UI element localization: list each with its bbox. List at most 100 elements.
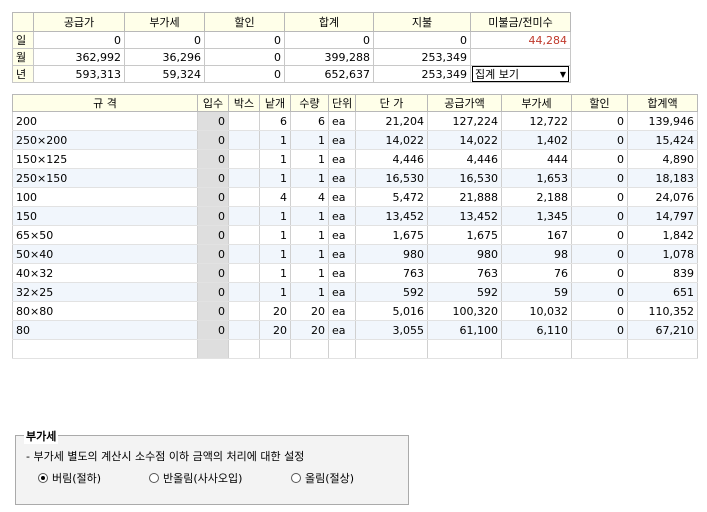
summary-cell	[470, 48, 571, 66]
table-row[interactable]: 65×50 0 1 1 ea 1,675 1,675 167 0 1,842	[12, 225, 698, 245]
summary-header-corner	[12, 12, 34, 32]
detail-header-spec: 규 격	[12, 94, 198, 112]
detail-header-per-box: 입수	[197, 94, 229, 112]
cell-total: 139,946	[627, 111, 698, 131]
view-select[interactable]: 집계 보기 ▼	[472, 66, 569, 82]
cell-supply: 1,675	[427, 225, 502, 245]
cell-price: 3,055	[355, 320, 428, 340]
summary-cell: 0	[204, 65, 285, 83]
summary-cell: 652,637	[284, 65, 374, 83]
cell-total: 1,078	[627, 244, 698, 264]
vat-group-title: 부가세	[24, 428, 59, 444]
cell-per-box: 0	[197, 225, 229, 245]
cell-box	[228, 206, 260, 226]
cell-box	[228, 244, 260, 264]
cell-total: 4,890	[627, 149, 698, 169]
detail-header-unit: 단위	[328, 94, 356, 112]
cell-supply: 980	[427, 244, 502, 264]
cell-discount: 0	[571, 187, 628, 207]
cell-price: 16,530	[355, 168, 428, 188]
table-row[interactable]: 200 0 6 6 ea 21,204 127,224 12,722 0 139,946	[12, 111, 698, 131]
cell-supply: 21,888	[427, 187, 502, 207]
table-row[interactable]: 150×125 0 1 1 ea 4,446 4,446 444 0 4,890	[12, 149, 698, 169]
cell-price: 4,446	[355, 149, 428, 169]
cell-box	[228, 282, 260, 302]
cell-price: 5,472	[355, 187, 428, 207]
summary-row-month: 월 362,992 36,296 0 399,288 253,349	[12, 48, 571, 66]
cell-total: 1,842	[627, 225, 698, 245]
radio-round[interactable]: 반올림(사사오입)	[149, 470, 242, 486]
cell-spec: 100	[12, 187, 198, 207]
radio-label: 버림(절하)	[52, 472, 102, 485]
cell-total: 18,183	[627, 168, 698, 188]
table-row[interactable]: 80 0 20 20 ea 3,055 61,100 6,110 0 67,210	[12, 320, 698, 340]
cell-discount: 0	[571, 225, 628, 245]
cell-discount: 0	[571, 244, 628, 264]
cell-supply: 127,224	[427, 111, 502, 131]
cell-supply: 14,022	[427, 130, 502, 150]
cell-each: 1	[259, 282, 291, 302]
cell-discount	[571, 339, 628, 359]
summary-cell: 253,349	[373, 48, 471, 66]
cell-per-box: 0	[197, 149, 229, 169]
radio-truncate[interactable]: 버림(절하)	[38, 470, 101, 486]
table-row[interactable]: 250×200 0 1 1 ea 14,022 14,022 1,402 0 15,424	[12, 130, 698, 150]
cell-vat: 12,722	[501, 111, 572, 131]
cell-per-box: 0	[197, 301, 229, 321]
table-row[interactable]: 50×40 0 1 1 ea 980 980 98 0 1,078	[12, 244, 698, 264]
radio-dot-icon[interactable]	[38, 473, 48, 483]
table-row[interactable]: 80×80 0 20 20 ea 5,016 100,320 10,032 0 110,352	[12, 301, 698, 321]
summary-row-label: 월	[12, 48, 34, 66]
table-row[interactable]	[12, 339, 698, 359]
cell-unit: ea	[328, 282, 356, 302]
detail-header-box: 박스	[228, 94, 260, 112]
detail-header-vat: 부가세	[501, 94, 572, 112]
summary-cell: 362,992	[33, 48, 125, 66]
radio-dot-icon[interactable]	[149, 473, 159, 483]
cell-price: 21,204	[355, 111, 428, 131]
summary-header-unpaid: 미불금/전미수	[470, 12, 571, 32]
summary-header-discount: 할인	[204, 12, 285, 32]
cell-price	[355, 339, 428, 359]
table-row[interactable]: 32×25 0 1 1 ea 592 592 59 0 651	[12, 282, 698, 302]
table-row[interactable]: 250×150 0 1 1 ea 16,530 16,530 1,653 0 18,183	[12, 168, 698, 188]
cell-each: 4	[259, 187, 291, 207]
cell-unit: ea	[328, 244, 356, 264]
summary-cell: 59,324	[124, 65, 205, 83]
summary-header-vat: 부가세	[124, 12, 205, 32]
cell-unit: ea	[328, 225, 356, 245]
cell-qty: 1	[290, 244, 329, 264]
cell-qty: 6	[290, 111, 329, 131]
cell-total: 651	[627, 282, 698, 302]
detail-header-total: 합계액	[627, 94, 698, 112]
summary-cell: 399,288	[284, 48, 374, 66]
cell-qty: 1	[290, 168, 329, 188]
summary-row-label: 년	[12, 65, 34, 83]
detail-header-supply: 공급가액	[427, 94, 502, 112]
cell-each: 1	[259, 206, 291, 226]
summary-cell: 0	[204, 31, 285, 49]
radio-ceil[interactable]: 올림(절상)	[291, 470, 354, 486]
summary-header-row: 공급가 부가세 할인 합계 지불 미불금/전미수	[12, 12, 571, 32]
cell-each	[259, 339, 291, 359]
cell-each: 20	[259, 301, 291, 321]
view-select-cell: 집계 보기 ▼	[470, 65, 571, 83]
cell-vat: 2,188	[501, 187, 572, 207]
cell-unit	[328, 339, 356, 359]
table-row[interactable]: 100 0 4 4 ea 5,472 21,888 2,188 0 24,076	[12, 187, 698, 207]
cell-qty	[290, 339, 329, 359]
table-row[interactable]: 40×32 0 1 1 ea 763 763 76 0 839	[12, 263, 698, 283]
cell-discount: 0	[571, 111, 628, 131]
detail-header-each: 낱개	[259, 94, 291, 112]
cell-box	[228, 263, 260, 283]
cell-total	[627, 339, 698, 359]
cell-unit: ea	[328, 301, 356, 321]
chevron-down-icon[interactable]: ▼	[560, 70, 566, 79]
radio-dot-icon[interactable]	[291, 473, 301, 483]
table-row[interactable]: 150 0 1 1 ea 13,452 13,452 1,345 0 14,797	[12, 206, 698, 226]
cell-discount: 0	[571, 282, 628, 302]
cell-per-box: 0	[197, 130, 229, 150]
cell-box	[228, 339, 260, 359]
detail-header-qty: 수량	[290, 94, 329, 112]
cell-vat	[501, 339, 572, 359]
